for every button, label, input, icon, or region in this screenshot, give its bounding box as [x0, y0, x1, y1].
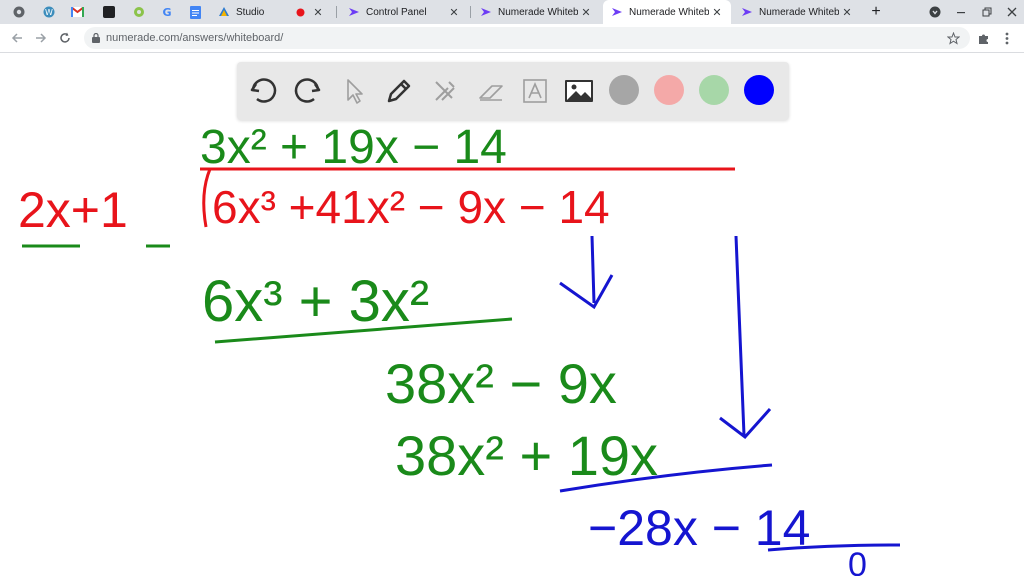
tab-numerade-whiteboard-active[interactable]: Numerade Whiteboard ✕	[603, 0, 731, 24]
bring-down-arrow-2	[719, 235, 772, 440]
new-tab-button[interactable]: +	[866, 0, 886, 24]
color-swatch-gray[interactable]	[609, 75, 639, 105]
numerade-icon	[348, 6, 360, 18]
eraser-icon[interactable]	[475, 75, 507, 107]
lock-icon	[92, 32, 102, 44]
google-docs-icon[interactable]	[186, 3, 204, 21]
quotient-text: 3x² + 19x − 14	[200, 121, 507, 174]
text-tool-icon[interactable]	[519, 75, 551, 107]
numerade-icon	[480, 6, 492, 18]
division-bracket-line	[202, 168, 212, 228]
tab-separator	[470, 6, 471, 18]
restore-icon[interactable]	[978, 3, 996, 21]
browser-tab-strip: W G Studio ✕ Control Panel ✕ Numerade Wh…	[0, 0, 1024, 24]
url-text: numerade.com/answers/whiteboard/	[106, 32, 284, 44]
color-swatch-blue[interactable]	[744, 75, 774, 105]
close-icon[interactable]: ✕	[578, 4, 594, 20]
dividend-text: 6x³ +41x² − 9x − 14	[212, 181, 610, 233]
google-icon[interactable]: G	[158, 3, 176, 21]
recording-icon	[292, 4, 308, 20]
numerade-icon	[741, 6, 753, 18]
close-icon[interactable]: ✕	[839, 4, 855, 20]
tab-title: Numerade Whiteboard	[498, 6, 578, 18]
tab-studio[interactable]: Studio ✕	[210, 0, 332, 24]
undo-icon[interactable]	[247, 75, 279, 107]
tools-icon[interactable]	[429, 75, 461, 107]
close-icon[interactable]: ✕	[709, 4, 725, 20]
studio-icon	[218, 6, 230, 18]
step2-subtract-text: 38x² + 19x	[395, 424, 658, 487]
select-cursor-icon[interactable]	[337, 75, 369, 107]
numerade-icon	[611, 6, 623, 18]
chrome-icon[interactable]	[10, 3, 28, 21]
close-icon[interactable]: ✕	[446, 4, 462, 20]
image-icon[interactable]	[563, 75, 595, 107]
gmail-icon[interactable]	[68, 3, 86, 21]
browser-toolbar: numerade.com/answers/whiteboard/	[0, 24, 1024, 53]
menu-dots-icon[interactable]	[998, 29, 1016, 47]
redo-icon[interactable]	[292, 75, 324, 107]
color-swatch-red[interactable]	[654, 75, 684, 105]
back-arrow-icon[interactable]	[8, 29, 26, 47]
step2-remainder-text: 38x² − 9x	[385, 352, 617, 415]
tab-title: Numerade Whiteboard	[629, 6, 709, 18]
app-square-icon[interactable]	[100, 3, 118, 21]
bookmark-star-icon[interactable]	[944, 29, 962, 47]
step1-subtract-text: 6x³ + 3x²	[202, 269, 429, 334]
tab-numerade-whiteboard[interactable]: Numerade Whiteboard ✕	[472, 0, 600, 24]
tab-title: Control Panel	[366, 6, 427, 18]
window-close-icon[interactable]	[1003, 3, 1021, 21]
tab-search-icon[interactable]	[926, 3, 944, 21]
gear-icon[interactable]	[130, 3, 148, 21]
wordpress-icon[interactable]: W	[40, 3, 58, 21]
bring-down-arrow-1	[559, 235, 614, 310]
extensions-puzzle-icon[interactable]	[974, 29, 992, 47]
whiteboard-canvas[interactable]: 3x² + 19x − 14 2x+1 6x³ +41x² − 9x − 14 …	[0, 53, 1024, 581]
minimize-icon[interactable]	[952, 3, 970, 21]
pen-icon[interactable]	[383, 75, 415, 107]
final-remainder-text: 0	[848, 546, 867, 576]
address-bar[interactable]: numerade.com/answers/whiteboard/	[84, 27, 970, 49]
close-icon[interactable]: ✕	[310, 4, 326, 20]
svg-text:G: G	[162, 6, 171, 18]
tab-separator	[336, 6, 337, 18]
color-swatch-green[interactable]	[699, 75, 729, 105]
svg-text:W: W	[45, 8, 53, 17]
divisor-text: 2x+1	[18, 182, 128, 238]
tab-control-panel[interactable]: Control Panel ✕	[340, 0, 468, 24]
tab-title: Numerade Whiteboard	[759, 6, 839, 18]
tab-title: Studio	[236, 6, 265, 18]
reload-icon[interactable]	[56, 29, 74, 47]
step3-remainder-text: −28x − 14	[588, 500, 810, 556]
forward-arrow-icon[interactable]	[32, 29, 50, 47]
tab-numerade-whiteboard[interactable]: Numerade Whiteboard ✕	[733, 0, 861, 24]
